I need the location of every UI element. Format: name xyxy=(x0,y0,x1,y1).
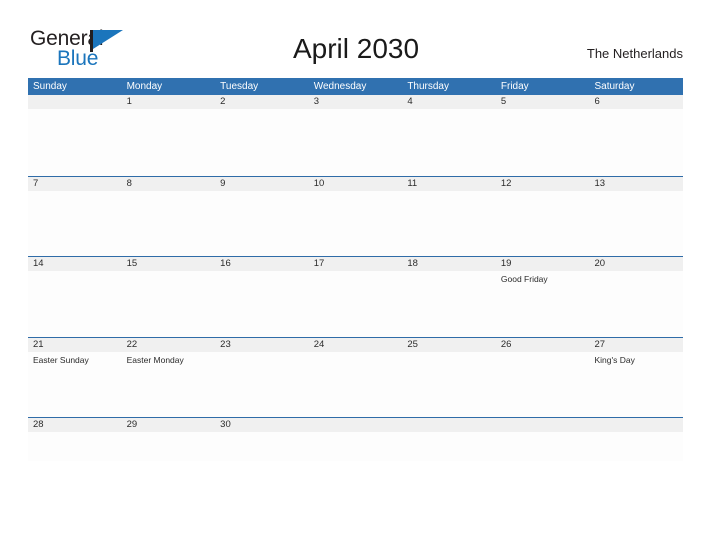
day-cell[interactable]: 21 Easter Sunday xyxy=(28,338,122,418)
week-row: 28 29 30 xyxy=(28,417,683,461)
day-event-label: King's Day xyxy=(594,354,635,365)
day-number: 17 xyxy=(313,258,325,269)
day-cell[interactable]: 18 xyxy=(402,257,496,337)
day-cell[interactable]: 4 xyxy=(402,95,496,176)
day-number: 2 xyxy=(220,96,226,107)
day-number: 27 xyxy=(594,338,606,350)
day-cell[interactable]: 23 xyxy=(215,338,309,418)
day-number: 28 xyxy=(33,419,44,430)
day-cell[interactable]: 27 King's Day xyxy=(589,338,683,418)
day-cell[interactable]: 17 xyxy=(309,257,403,337)
day-event-label: Easter Sunday xyxy=(33,354,89,365)
day-number: 25 xyxy=(407,338,418,350)
day-cell[interactable]: 24 xyxy=(309,338,403,418)
week-row: 7 8 9 10 11 12 13 xyxy=(28,175,683,257)
day-cell[interactable]: 2 xyxy=(215,95,309,176)
day-cell[interactable]: 5 xyxy=(496,95,590,176)
day-cell[interactable]: 28 xyxy=(28,418,122,461)
day-cell[interactable]: 1 xyxy=(122,95,216,176)
day-cell[interactable]: 22 Easter Monday xyxy=(122,338,216,418)
day-number: 16 xyxy=(220,258,231,269)
day-cell[interactable]: 29 xyxy=(122,418,216,461)
day-event-label: Easter Monday xyxy=(126,354,184,365)
weekday-saturday: Saturday xyxy=(594,81,635,92)
day-cell[interactable]: 25 xyxy=(402,338,496,418)
day-cell[interactable]: 14 xyxy=(28,257,122,337)
day-cell[interactable] xyxy=(496,418,590,461)
day-number: 3 xyxy=(313,96,320,107)
day-cell[interactable]: 20 xyxy=(589,257,683,337)
calendar-page: General Blue April 2030 The Netherlands … xyxy=(0,0,712,550)
day-cell[interactable] xyxy=(402,418,496,461)
weekday-sunday: Sunday xyxy=(33,81,67,92)
day-cell[interactable] xyxy=(309,418,403,461)
day-number: 30 xyxy=(220,419,231,430)
day-cell[interactable]: 11 xyxy=(402,177,496,257)
weekday-thursday: Thursday xyxy=(407,81,449,92)
week-row: 1 2 3 4 5 6 xyxy=(28,95,683,176)
day-cell[interactable]: 16 xyxy=(215,257,309,337)
day-number: 26 xyxy=(500,338,512,350)
day-number: 1 xyxy=(126,96,132,107)
day-number: 29 xyxy=(126,419,138,430)
day-number: 12 xyxy=(500,177,512,189)
day-number: 13 xyxy=(594,177,606,189)
weekday-monday: Monday xyxy=(126,81,163,92)
day-number: 10 xyxy=(313,177,325,189)
day-cell[interactable]: 7 xyxy=(28,177,122,257)
day-number: 7 xyxy=(33,177,39,189)
day-cell[interactable]: 15 xyxy=(122,257,216,337)
page-header: General Blue April 2030 The Netherlands xyxy=(0,0,712,78)
day-number: 11 xyxy=(407,177,418,189)
day-number: 19 xyxy=(500,258,512,269)
day-number: 14 xyxy=(33,258,44,269)
weekday-friday: Friday xyxy=(500,81,529,92)
region-label: The Netherlands xyxy=(586,46,683,61)
calendar-grid: Sunday Monday Tuesday Wednesday Thursday… xyxy=(28,78,683,461)
day-cell[interactable]: 3 xyxy=(309,95,403,176)
day-cell[interactable]: 6 xyxy=(589,95,683,176)
weekday-tuesday: Tuesday xyxy=(220,81,259,92)
week-row: 21 Easter Sunday 22 Easter Monday 23 24 25… xyxy=(28,336,683,418)
day-cell[interactable]: 26 xyxy=(496,338,590,418)
day-cell[interactable]: 30 xyxy=(215,418,309,461)
day-number: 20 xyxy=(594,258,606,269)
day-cell[interactable]: 10 xyxy=(309,177,403,257)
day-cell[interactable] xyxy=(28,95,122,176)
day-number: 15 xyxy=(126,258,138,269)
day-number: 23 xyxy=(220,338,231,350)
day-number: 18 xyxy=(407,258,418,269)
day-number: 6 xyxy=(594,96,600,107)
week-row: 14 15 16 17 18 19 Good Friday 20 xyxy=(28,256,683,337)
day-number: 24 xyxy=(313,338,325,350)
weekday-wednesday: Wednesday xyxy=(313,81,367,92)
day-number: 5 xyxy=(500,96,507,107)
weekday-header-row: Sunday Monday Tuesday Wednesday Thursday… xyxy=(28,78,683,95)
day-event-label: Good Friday xyxy=(500,274,548,284)
day-cell[interactable]: 19 Good Friday xyxy=(496,257,590,337)
day-cell[interactable]: 12 xyxy=(496,177,590,257)
day-number: 21 xyxy=(33,338,44,350)
day-number: 8 xyxy=(126,177,132,189)
day-number: 22 xyxy=(126,338,138,350)
day-number: 4 xyxy=(407,96,413,107)
day-cell[interactable]: 9 xyxy=(215,177,309,257)
day-cell[interactable]: 13 xyxy=(589,177,683,257)
day-number: 9 xyxy=(220,177,226,189)
day-cell[interactable] xyxy=(589,418,683,461)
day-cell[interactable]: 8 xyxy=(122,177,216,257)
